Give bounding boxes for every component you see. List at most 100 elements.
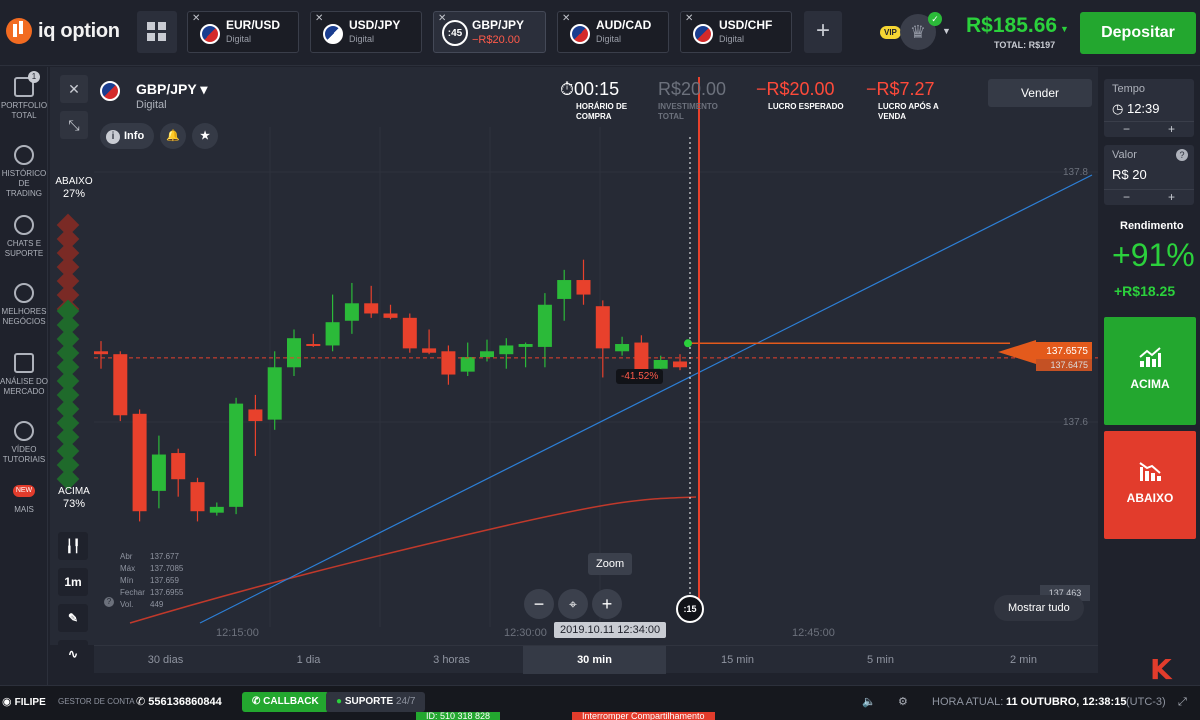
close-icon[interactable]: ✕: [315, 13, 323, 24]
brand-name: iq option: [38, 19, 120, 42]
chart-canvas[interactable]: [50, 67, 1098, 645]
draw-tool-button[interactable]: ✎: [58, 604, 88, 632]
online-dot-icon: ●: [336, 696, 345, 707]
timeframe-2m[interactable]: 2 min: [952, 646, 1095, 674]
support-button[interactable]: ● SUPORTE 24/7: [326, 692, 426, 712]
decrease-time-button[interactable]: −: [1104, 122, 1149, 137]
sidebar-item-portfolio[interactable]: 1 PORTFOLIO TOTAL: [0, 71, 48, 121]
timeframe-5m[interactable]: 5 min: [809, 646, 952, 674]
add-asset-button[interactable]: +: [804, 11, 842, 53]
decrease-amount-button[interactable]: −: [1104, 190, 1149, 205]
wave-icon: ∿: [67, 647, 79, 661]
asset-name: GBP/JPY ▾: [136, 81, 208, 97]
sidebar-item-more[interactable]: NEW MAIS: [0, 485, 48, 515]
amount-value[interactable]: R$ 20: [1112, 167, 1147, 182]
iq-option-logo[interactable]: iq option: [6, 18, 120, 44]
expiry-time-box[interactable]: Tempo ◷ 12:39 − +: [1104, 79, 1194, 137]
help-icon[interactable]: ?: [1176, 149, 1188, 161]
info-button[interactable]: i Info: [100, 123, 154, 149]
expiry-time: 12:39: [1126, 101, 1160, 116]
interval-button[interactable]: 1m: [58, 568, 88, 596]
asset-tab-type: Digital: [349, 34, 375, 44]
help-icon[interactable]: ?: [104, 597, 114, 607]
payout-amount: +R$18.25: [1114, 283, 1176, 299]
watermark-icon: K: [1150, 653, 1172, 686]
payout-label: Rendimento: [1120, 220, 1184, 232]
expected-label: LUCRO ESPERADO: [768, 102, 844, 111]
timezone: (UTC-3): [1126, 696, 1166, 708]
minimize-icon[interactable]: ⤡: [60, 111, 88, 139]
assets-grid-button[interactable]: [137, 11, 177, 53]
put-label: ABAIXO: [1126, 491, 1174, 505]
gear-icon[interactable]: ⚙: [898, 692, 908, 712]
increase-time-button[interactable]: +: [1149, 122, 1194, 137]
trophy-icon: [14, 283, 34, 303]
sell-button[interactable]: Vender: [988, 79, 1092, 107]
sidebar-item-history[interactable]: HISTÓRICO DE TRADING: [0, 145, 48, 199]
chevron-down-icon[interactable]: ▼: [1060, 24, 1069, 34]
asset-tab-usdjpy[interactable]: ✕ USD/JPY Digital: [310, 11, 422, 53]
ohlc-value: 137.677: [150, 552, 179, 561]
share-id-strip: ID: 510 318 828: [416, 712, 501, 720]
ohlc-key: Abr: [120, 552, 133, 561]
increase-amount-button[interactable]: +: [1149, 190, 1194, 205]
close-icon[interactable]: ✕: [685, 13, 693, 24]
timeframe-15m[interactable]: 15 min: [666, 646, 809, 674]
manager-phone[interactable]: ✆ 556136860844: [136, 692, 222, 712]
asset-tab-gbpjpy[interactable]: ✕ :45 GBP/JPY −R$20.00: [433, 11, 546, 53]
volume-icon[interactable]: 🔈: [862, 692, 876, 712]
chat-icon: [14, 215, 34, 235]
amount-box[interactable]: Valor ? R$ 20 − +: [1104, 145, 1194, 205]
zoom-out-button[interactable]: −: [524, 589, 554, 619]
fullscreen-icon[interactable]: ⤢: [1178, 692, 1187, 712]
callback-label: CALLBACK: [263, 696, 319, 707]
trend-line: [199, 174, 1093, 624]
deposit-button[interactable]: Depositar: [1080, 12, 1196, 54]
timeframe-1d[interactable]: 1 dia: [237, 646, 380, 674]
ohlc-key: Fechar: [120, 588, 145, 597]
close-chart-button[interactable]: ✕: [60, 75, 88, 103]
user-avatar[interactable]: ◉ FILIPE: [2, 692, 46, 712]
price-chart[interactable]: ✕ ⤡ GBP/JPY ▾ Digital i Info 🔔 ★ ABAIXO 2…: [50, 67, 1098, 645]
sidebar-item-best-deals[interactable]: MELHORES NEGÓCIOS: [0, 283, 48, 327]
asset-tab-usdchf[interactable]: ✕ USD/CHF Digital: [680, 11, 792, 53]
zoom-in-button[interactable]: +: [592, 589, 622, 619]
time-cursor-label: 2019.10.11 12:34:00: [554, 622, 667, 638]
bell-icon[interactable]: 🔔: [160, 123, 186, 149]
timeframe-30m[interactable]: 30 min: [523, 646, 666, 674]
sidebar-item-chat[interactable]: CHATS E SUPORTE: [0, 215, 48, 259]
x-tick: 12:30:00: [504, 627, 547, 639]
sentiment-down-label: ABAIXO: [55, 176, 93, 187]
asset-type: Digital: [136, 99, 167, 111]
sidebar-item-market-analysis[interactable]: ANÁLISE DO MERCADO: [0, 353, 48, 397]
show-all-button[interactable]: Mostrar tudo: [994, 595, 1084, 621]
trade-panel: Tempo ◷ 12:39 − + Valor ? R$ 20 − + Rend…: [1100, 67, 1200, 686]
profile-menu[interactable]: VIP ♛ ✓ ▼: [880, 12, 951, 52]
timeframe-30d[interactable]: 30 dias: [94, 646, 237, 674]
timeframe-3h[interactable]: 3 horas: [380, 646, 523, 674]
stop-sharing-button[interactable]: Interromper Compartilhamento: [572, 712, 715, 720]
put-button[interactable]: ABAIXO: [1104, 431, 1196, 539]
asset-tab-audcad[interactable]: ✕ AUD/CAD Digital: [557, 11, 669, 53]
ohlc-row: Máx 137.7085: [120, 563, 183, 575]
zoom-tooltip: Zoom: [588, 553, 633, 575]
call-button[interactable]: ACIMA: [1104, 317, 1196, 425]
asset-tab-result: −R$20.00: [472, 34, 521, 46]
indicators-button[interactable]: ∿: [58, 640, 88, 668]
close-icon[interactable]: ✕: [192, 13, 200, 24]
bottom-bar: ◉ FILIPE GESTOR DE CONTA ✆ 556136860844 …: [0, 685, 1200, 720]
candle-body: [267, 367, 282, 420]
info-icon: i: [106, 130, 120, 144]
balance[interactable]: R$185.66: [966, 14, 1057, 38]
close-icon[interactable]: ✕: [562, 13, 570, 24]
callback-button[interactable]: ✆ CALLBACK: [242, 692, 329, 712]
left-sidebar: 1 PORTFOLIO TOTAL HISTÓRICO DE TRADING C…: [0, 67, 48, 685]
verified-icon: ✓: [928, 12, 942, 26]
star-icon[interactable]: ★: [192, 123, 218, 149]
phone-icon: ✆: [252, 696, 264, 707]
crosshair-icon[interactable]: ⌖: [558, 589, 588, 619]
chart-type-button[interactable]: ╽╿: [58, 532, 88, 560]
sidebar-item-video-tutorials[interactable]: VÍDEO TUTORIAIS: [0, 421, 48, 465]
asset-tab-eurusd[interactable]: ✕ EUR/USD Digital: [187, 11, 299, 53]
close-icon[interactable]: ✕: [438, 13, 446, 24]
